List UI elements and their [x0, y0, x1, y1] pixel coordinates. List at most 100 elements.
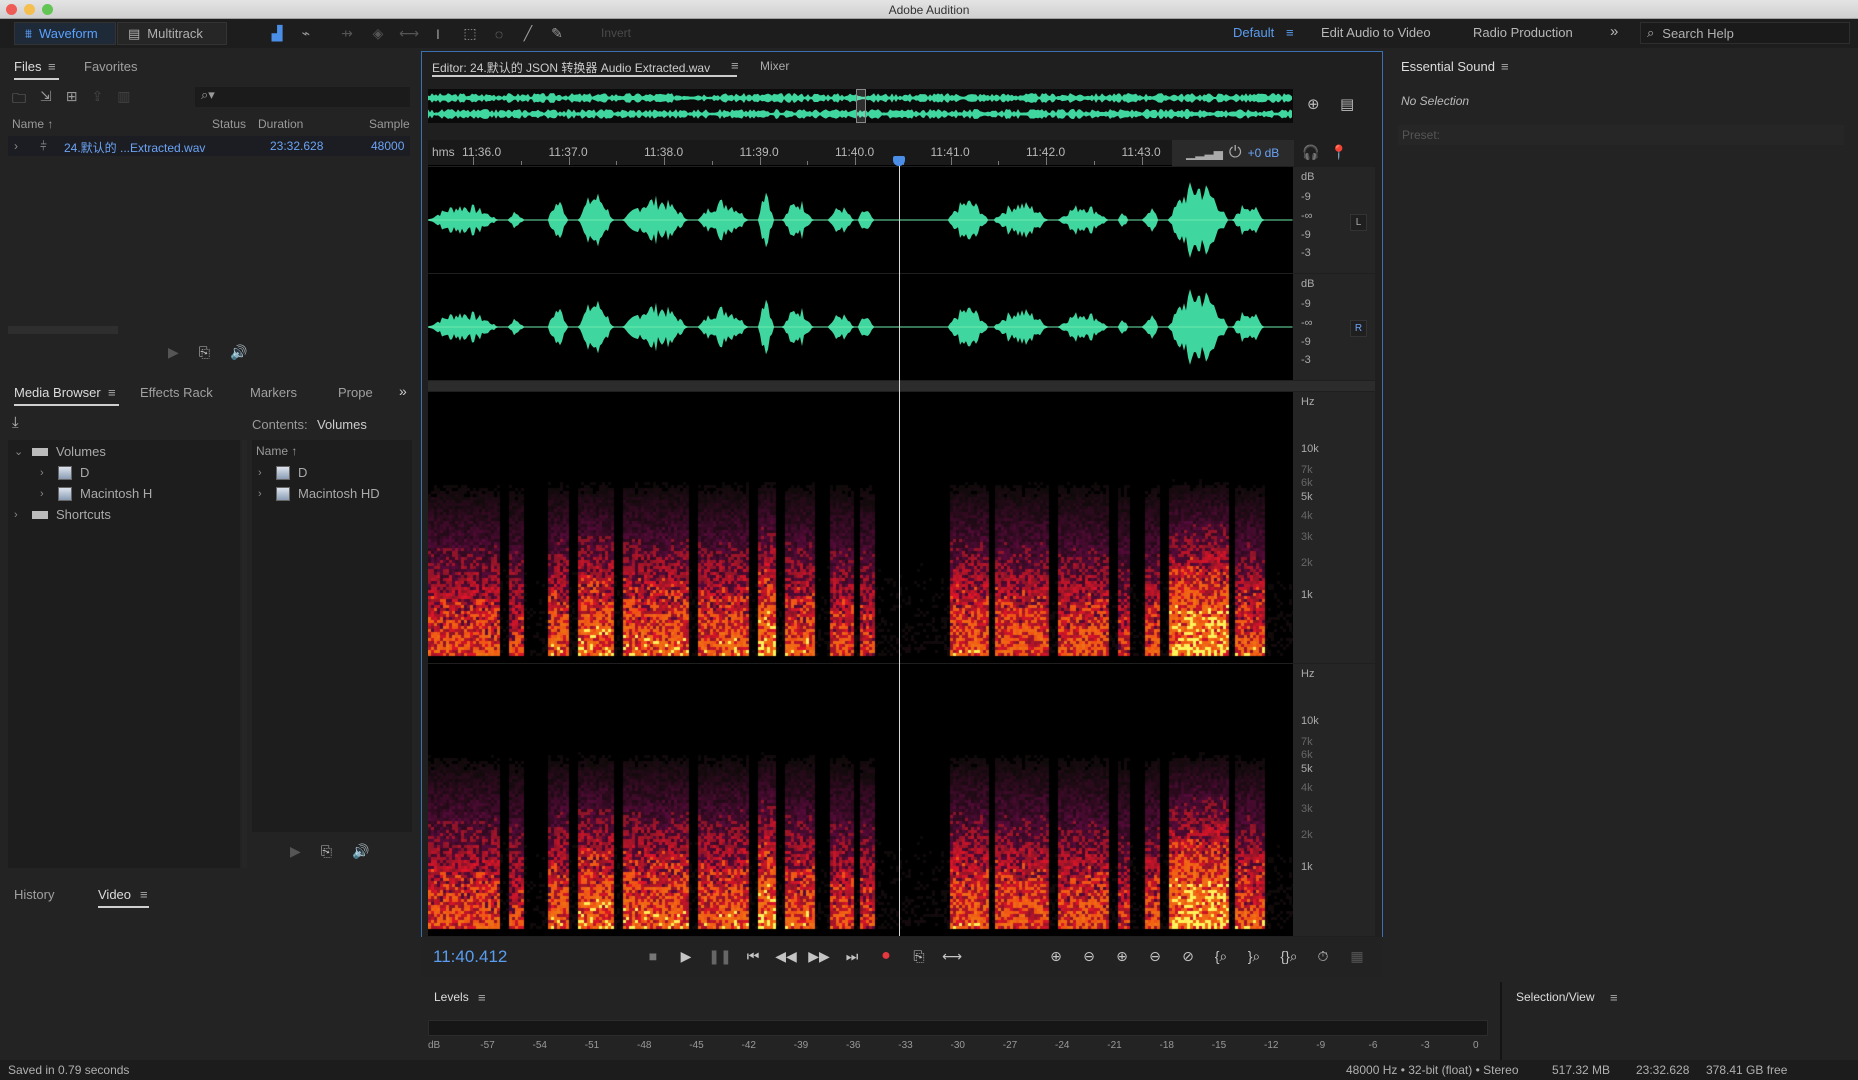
import-media-icon[interactable]: ⤓ [12, 414, 19, 431]
workspace-menu-icon[interactable]: ≡ [1286, 25, 1294, 40]
marquee-icon[interactable]: ⬚ [460, 24, 480, 43]
more-workspaces-icon[interactable]: » [1610, 23, 1618, 40]
auto-play-icon[interactable]: 🔊 [230, 344, 247, 361]
expand-icon[interactable]: › [14, 139, 18, 153]
channel-badge-left[interactable]: L [1350, 214, 1367, 231]
marker-pin-icon[interactable]: 📍 [1330, 144, 1347, 161]
move-tool-icon[interactable]: ⇸ [337, 24, 357, 43]
tab-video[interactable]: Video [98, 887, 150, 908]
skip-selection-button[interactable]: ⟷ [941, 946, 963, 966]
editor-menu-icon[interactable]: ≡ [731, 58, 739, 73]
fast-forward-button[interactable]: ▶▶ [808, 946, 830, 966]
move-playhead-next-button[interactable]: ⏭ [841, 946, 863, 966]
zoom-in-amplitude-icon[interactable]: ⊕ [1045, 946, 1067, 966]
essential-sound-menu-icon[interactable]: ≡ [1501, 59, 1509, 74]
tab-markers[interactable]: Markers [250, 385, 297, 400]
column-name[interactable]: Name ↑ [12, 117, 53, 131]
play-button[interactable]: ▶ [675, 946, 697, 966]
insert-multitrack-icon[interactable]: ⇪ [91, 88, 103, 112]
import-file-icon[interactable]: ⇲ [40, 88, 52, 112]
record-button[interactable]: ● [875, 946, 897, 966]
overview-navigator[interactable] [428, 89, 1293, 123]
zoom-in-point-icon[interactable]: {⌕ [1210, 946, 1232, 966]
spectral-display-left[interactable] [428, 392, 1293, 663]
video-menu-icon[interactable]: ≡ [140, 887, 148, 902]
tree-item-d[interactable]: › D [40, 465, 89, 480]
tree-item-shortcuts[interactable]: › Shortcuts [14, 507, 111, 522]
files-menu-icon[interactable]: ≡ [48, 59, 56, 74]
waveform-channel-right[interactable] [428, 274, 1293, 380]
tab-history[interactable]: History [14, 887, 54, 902]
workspace-radio-production[interactable]: Radio Production [1473, 25, 1573, 40]
close-file-icon[interactable]: ▥ [117, 88, 130, 112]
tree-item-macintosh[interactable]: › Macintosh H [40, 486, 152, 501]
editor-tab[interactable]: Editor: 24.默认的 JSON 转换器 Audio Extracted.… [432, 59, 710, 76]
overview-viewport-handle[interactable] [856, 89, 866, 123]
waveform-mode-button[interactable]: ⩩ Waveform [14, 22, 116, 45]
invert-button[interactable]: Invert [601, 26, 631, 40]
razor-tool-icon[interactable]: ◈ [368, 24, 388, 43]
move-playhead-previous-button[interactable]: ⏮ [742, 946, 764, 966]
tab-effects-rack[interactable]: Effects Rack [140, 385, 213, 400]
list-item[interactable]: › D [258, 465, 307, 480]
zoom-reset-icon[interactable]: ⏱ [1312, 946, 1334, 966]
play-preview-icon[interactable]: ▶ [168, 344, 179, 361]
media-list-name-column[interactable]: Name ↑ [256, 444, 297, 458]
hud-gain[interactable]: ▁▂▃▅ ⏻ +0 dB [1172, 140, 1294, 166]
spectral-display-right[interactable] [428, 664, 1293, 936]
files-filter-input[interactable]: ⌕▾ [195, 87, 410, 107]
loop-playback-button[interactable]: ⎘ [908, 946, 930, 966]
zoom-in-time-icon[interactable]: ⊕ [1111, 946, 1133, 966]
pane-splitter[interactable] [242, 440, 247, 868]
column-status[interactable]: Status [212, 117, 246, 131]
headphones-icon[interactable]: 🎧 [1302, 144, 1319, 161]
zoom-out-point-icon[interactable]: }⌕ [1243, 946, 1265, 966]
current-time-display[interactable]: 11:40.412 [433, 947, 507, 967]
files-scrollbar[interactable] [8, 326, 118, 334]
loop-preview-icon[interactable]: ⎘ [321, 843, 332, 860]
workspace-default[interactable]: Default [1233, 25, 1274, 40]
file-row[interactable]: › ⫩ 24.默认的 ...Extracted.wav 23:32.628 48… [8, 136, 410, 156]
contents-value[interactable]: Volumes [317, 417, 367, 432]
spectral-frequency-icon[interactable]: ▟ [267, 24, 287, 43]
multitrack-mode-button[interactable]: ▤ Multitrack [117, 22, 227, 45]
column-duration[interactable]: Duration [258, 117, 303, 131]
zoom-selection-icon[interactable]: {}⌕ [1278, 946, 1300, 966]
media-menu-icon[interactable]: ≡ [108, 385, 116, 400]
list-item[interactable]: › Macintosh HD [258, 486, 380, 501]
open-file-icon[interactable]: 🗀 [12, 88, 26, 112]
zoom-out-time-icon[interactable]: ⊖ [1144, 946, 1166, 966]
workspace-edit-audio-to-video[interactable]: Edit Audio to Video [1321, 25, 1431, 40]
pause-button[interactable]: ❚❚ [708, 946, 731, 966]
stop-button[interactable]: ■ [642, 946, 664, 966]
zoom-tracks-icon[interactable]: ▦ [1346, 946, 1368, 966]
rewind-button[interactable]: ◀◀ [775, 946, 797, 966]
gain-value[interactable]: +0 dB [1248, 146, 1280, 160]
time-selection-icon[interactable]: I [428, 24, 448, 43]
waveform-channel-left[interactable] [428, 167, 1293, 273]
more-panels-icon[interactable]: » [399, 383, 407, 399]
mixer-tab[interactable]: Mixer [760, 59, 789, 73]
tab-media-browser[interactable]: Media Browser [14, 385, 119, 406]
preset-dropdown[interactable]: Preset: [1398, 125, 1844, 145]
levels-menu-icon[interactable]: ≡ [478, 990, 486, 1005]
tree-item-volumes[interactable]: ⌄ Volumes [14, 444, 106, 459]
spot-healing-icon[interactable]: ✎ [547, 24, 567, 43]
zoom-out-full-icon[interactable]: ⊘ [1177, 946, 1199, 966]
track-list-icon[interactable]: ▤ [1340, 95, 1354, 113]
zoom-navigator-icon[interactable]: ⊕ [1307, 95, 1320, 113]
selection-view-menu-icon[interactable]: ≡ [1610, 990, 1618, 1005]
power-icon[interactable]: ⏻ [1229, 144, 1242, 162]
waveform-spectral-divider[interactable] [428, 381, 1375, 391]
column-sample[interactable]: Sample [369, 117, 410, 131]
new-file-icon[interactable]: ⊞ [66, 88, 78, 112]
lasso-icon[interactable]: ◌ [489, 24, 509, 43]
time-ruler[interactable]: hms 11:36.0 11:37.0 11:38.0 11:39.0 11:40.0 1… [428, 140, 1293, 166]
play-preview-icon[interactable]: ▶ [290, 843, 301, 860]
zoom-out-amplitude-icon[interactable]: ⊖ [1078, 946, 1100, 966]
slip-tool-icon[interactable]: ⟷ [399, 24, 419, 43]
search-help-input[interactable]: ⌕ Search Help [1640, 22, 1850, 44]
tab-properties[interactable]: Prope [338, 385, 373, 400]
playhead[interactable] [899, 158, 901, 936]
tab-favorites[interactable]: Favorites [84, 59, 137, 74]
